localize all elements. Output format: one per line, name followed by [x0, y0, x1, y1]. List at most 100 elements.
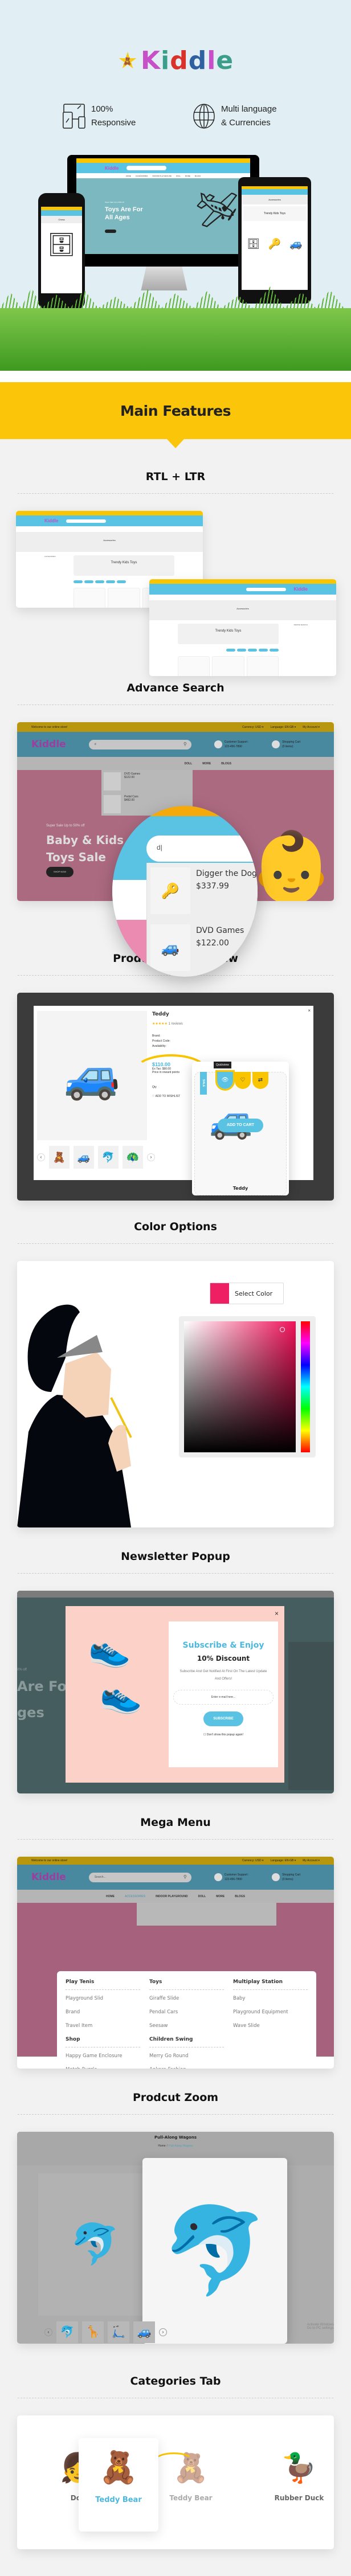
account-dropdown[interactable]: My Account ▾ [303, 726, 320, 729]
nav-doll[interactable]: DOLL [185, 762, 193, 765]
chevron-right-icon[interactable]: › [147, 1153, 155, 1161]
breadcrumb-current: Pull-Along Wagons [169, 2144, 193, 2148]
nav-item[interactable]: BLOGS [235, 1895, 245, 1898]
saturation-value-area[interactable] [184, 1321, 296, 1452]
search-input[interactable]: d ⚲ [88, 739, 191, 750]
select-color-button[interactable]: Select Color [210, 1283, 284, 1304]
mega-menu-link[interactable]: Ankara Fashion [149, 2067, 224, 2069]
category-tab-active[interactable]: 🧸 Teddy Bear [79, 2438, 158, 2532]
search-query: d [94, 742, 96, 746]
shopping-cart[interactable]: Shopping Cart (0 items) [272, 740, 300, 749]
thumbnail[interactable]: 🧸 [49, 1146, 70, 1169]
thumbnail[interactable]: 🚙 [133, 2321, 155, 2343]
search-icon[interactable]: ⚲ [183, 1874, 187, 1879]
category-tab-rubber-duck[interactable]: 🦆 Rubber Duck [268, 2447, 330, 2502]
thumbnail[interactable]: 🐬 [98, 1146, 119, 1169]
site-logo: Kiddle [293, 587, 308, 592]
mega-menu-demo: Welcome to our online store! Currency: U… [17, 1857, 334, 2069]
nav-item[interactable]: HOME [106, 1895, 115, 1898]
close-icon[interactable]: × [275, 1610, 279, 1617]
nav-more[interactable]: MORE [202, 762, 211, 765]
mega-menu-heading[interactable]: Play Tenis [66, 1979, 140, 1990]
breadcrumb-home[interactable]: Home [158, 2144, 165, 2148]
mega-menu-background [137, 1903, 276, 1926]
wishlist-heart-icon[interactable]: ♡ [235, 1072, 251, 1089]
magnified-search-input[interactable]: d| [146, 836, 258, 862]
brand-logo[interactable]: ★ 🧸 Kiddle [117, 48, 234, 73]
language-dropdown[interactable]: Language: EN-GB ▾ [270, 1859, 296, 1862]
chevron-left-icon[interactable]: ‹ [44, 2328, 52, 2336]
nav-item[interactable]: DOLL [198, 1895, 206, 1898]
page-title: Pull-Along Wagons [154, 2135, 197, 2140]
mega-menu-link[interactable]: Happy Game Enclosure [66, 2053, 140, 2059]
search-icon[interactable]: ⚲ [183, 742, 187, 747]
search-result-item[interactable]: DVD Games $122.00 [101, 770, 193, 793]
compare-icon[interactable]: ⇄ [252, 1072, 268, 1089]
subscribe-button[interactable]: SUBSCRIBE [203, 1711, 243, 1726]
section-title: Categories Tab [18, 2344, 333, 2398]
dont-show-checkbox[interactable]: ☐ Don't show this popup again! [169, 1733, 278, 1737]
mega-menu-link[interactable]: Pendal Cars [149, 2009, 224, 2015]
site-logo[interactable]: Kiddle [31, 1871, 66, 1883]
banner-small-text: Super Sale Up to 50% off [46, 824, 85, 828]
nav-item[interactable]: INDOOR PLAYGROUND [156, 1895, 188, 1898]
rubber-duck-icon: 🦆 [281, 2452, 317, 2484]
arrow-decoration [154, 2452, 194, 2469]
thumbnail[interactable]: 🚙 [74, 1146, 94, 1169]
mega-menu-heading[interactable]: Children Swing [149, 2037, 224, 2047]
feature-responsive: 100% Responsive [63, 103, 136, 130]
search-input[interactable]: Search... ⚲ [88, 1872, 191, 1882]
customer-support: Customer Support :123-456-7890 [214, 1873, 249, 1882]
language-dropdown[interactable]: Language: EN-GB ▾ [270, 726, 296, 729]
cart-icon [272, 1873, 280, 1881]
mega-menu-link[interactable]: Travel Item [66, 2023, 140, 2029]
mega-menu-link[interactable]: Wave Slide [233, 2023, 308, 2029]
mega-menu-heading[interactable]: Toys [149, 1979, 224, 1990]
nav-item[interactable]: ACCESSORIES [125, 1895, 145, 1898]
logo-letter: i [161, 46, 170, 75]
thumbnail[interactable]: 🦚 [123, 1146, 143, 1169]
thumbnail[interactable]: 🦒 [82, 2321, 104, 2343]
mega-menu-heading[interactable]: Shop [66, 2037, 140, 2047]
desktop-mockup: Kiddle HOME ACCESSORIES INDOOR PLAYGROUND D… [67, 155, 259, 267]
mega-menu-link[interactable]: Giraffe Slide [149, 1996, 224, 2001]
nav-blogs[interactable]: BLOGS [221, 762, 231, 765]
mega-menu-heading[interactable]: Multiplay Station [233, 1979, 308, 1990]
account-dropdown[interactable]: My Account ▾ [303, 1859, 320, 1862]
shop-now-button[interactable]: SHOP NOW [46, 867, 74, 877]
quickview-eye-icon[interactable]: 👁 [215, 1070, 235, 1091]
discount-text: 10% Discount [197, 1654, 250, 1662]
add-to-cart-button[interactable]: ADD TO CART [218, 1119, 263, 1132]
nav-item[interactable]: MORE [216, 1895, 225, 1898]
topbar-welcome: Welcome to our online store! [31, 725, 68, 729]
search-result-item[interactable]: 🔑 Digger the Dog $337.99 [147, 863, 258, 920]
mega-menu-link[interactable]: Playground Slid [66, 1996, 140, 2001]
tablet-mockup: Accessories Trendy Kids Toys 🗄 🔑 🚙 [238, 177, 311, 304]
chevron-left-icon[interactable]: ‹ [37, 1153, 45, 1161]
mega-menu-link[interactable]: Merry Go Round [149, 2053, 224, 2059]
hue-slider[interactable] [301, 1321, 310, 1452]
thumbnail[interactable]: 🛴 [108, 2321, 129, 2343]
mega-menu-link[interactable]: Match Puzzle [66, 2067, 140, 2069]
thumbnail[interactable]: 🐬 [56, 2321, 78, 2343]
logo-letter: d [170, 46, 189, 75]
mega-menu-link[interactable]: Brand [66, 2009, 140, 2015]
color-cursor[interactable] [280, 1327, 285, 1332]
mock-banner: Super Sale Up to 50% off Toys Are For Al… [76, 178, 250, 254]
product-main-image[interactable]: 🐬 [38, 2173, 152, 2316]
site-logo[interactable]: Kiddle [31, 739, 66, 750]
currency-dropdown[interactable]: Currency: USD ▾ [242, 1859, 264, 1862]
mega-menu-column: Multiplay Station Baby Playground Equipmen… [233, 1979, 308, 2069]
shopping-cart[interactable]: Shopping Cart (0 items) [272, 1873, 300, 1882]
mega-menu-link[interactable]: Baby [233, 1996, 308, 2001]
currency-dropdown[interactable]: Currency: USD ▾ [242, 726, 264, 729]
mega-menu-link[interactable]: Playground Equipment [233, 2009, 308, 2015]
chevron-right-icon[interactable]: › [159, 2328, 167, 2336]
close-icon[interactable]: × [308, 1008, 311, 1013]
globe-icon [193, 104, 215, 129]
search-result-item[interactable]: 🚙 DVD Games $122.00 [147, 920, 258, 977]
email-input[interactable]: Enter e-mail here... [173, 1690, 274, 1705]
rating-stars: ★★★★★ 1 reviews [152, 1022, 183, 1026]
phone-icon [214, 1873, 222, 1881]
mega-menu-link[interactable]: Seesaw [149, 2023, 224, 2029]
